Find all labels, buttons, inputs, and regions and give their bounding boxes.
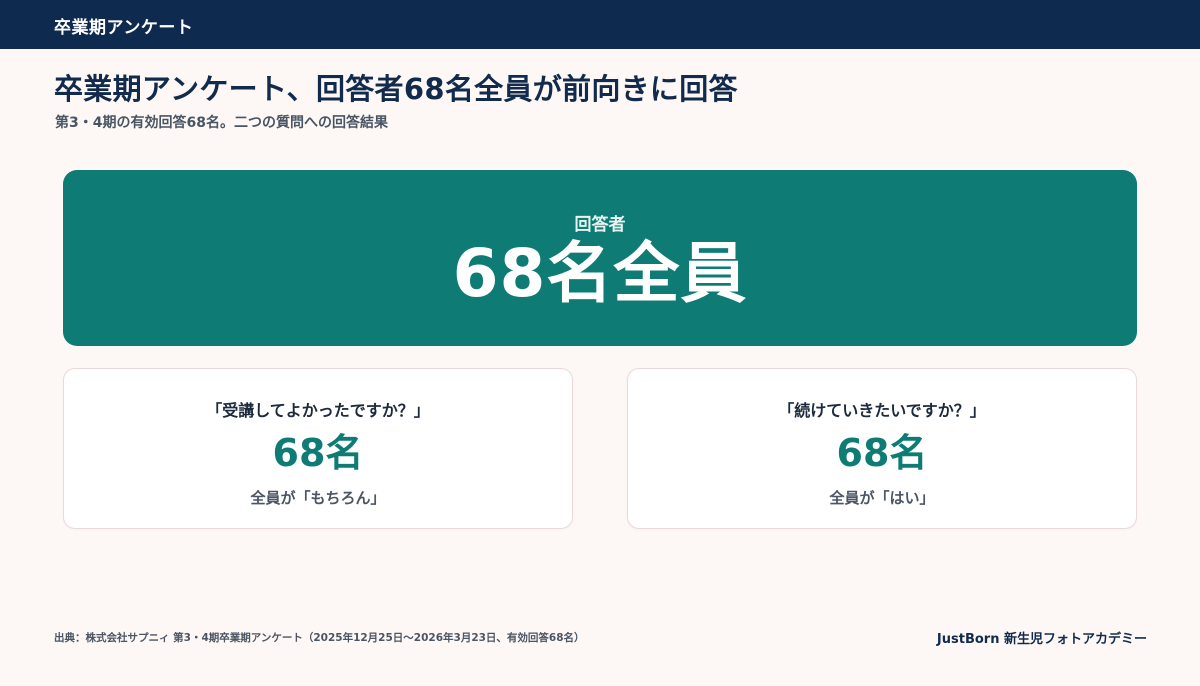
brand-name: JustBorn 新生児フォトアカデミー bbox=[936, 632, 1147, 647]
hero-value: 68名全員 bbox=[452, 235, 748, 312]
card-value: 68名 bbox=[836, 431, 928, 475]
result-card-continuation: 「続けていきたいですか？」 68名 全員が「はい」 bbox=[627, 368, 1137, 529]
card-answer: 全員が「はい」 bbox=[829, 489, 935, 507]
source-note: 出典：株式会社サプニィ 第3・4期卒業期アンケート（2025年12月25日〜20… bbox=[54, 632, 585, 644]
header-title: 卒業期アンケート bbox=[54, 18, 194, 38]
hero-label: 回答者 bbox=[574, 215, 626, 235]
hero-panel: 回答者 68名全員 bbox=[63, 170, 1137, 346]
page-subtitle: 第3・4期の有効回答68名。二つの質問への回答結果 bbox=[55, 115, 388, 131]
card-value: 68名 bbox=[272, 431, 364, 475]
card-answer: 全員が「もちろん」 bbox=[250, 489, 386, 507]
header-bar: 卒業期アンケート bbox=[0, 0, 1200, 49]
result-card-satisfaction: 「受講してよかったですか？」 68名 全員が「もちろん」 bbox=[63, 368, 573, 529]
page-title: 卒業期アンケート、回答者68名全員が前向きに回答 bbox=[54, 72, 738, 106]
card-question: 「受講してよかったですか？」 bbox=[206, 401, 430, 420]
card-question: 「続けていきたいですか？」 bbox=[778, 401, 986, 420]
